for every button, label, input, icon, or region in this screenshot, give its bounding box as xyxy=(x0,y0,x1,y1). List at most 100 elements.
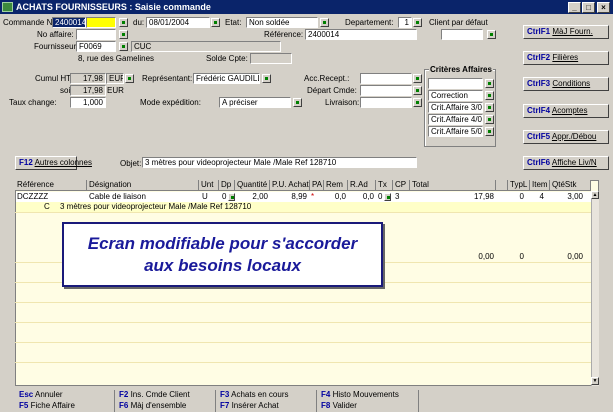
col-reference[interactable]: Référence xyxy=(15,180,87,191)
annotation-callout: Ecran modifiable pour s'accorder aux bes… xyxy=(62,222,383,287)
row3-qtestk: 0,00 xyxy=(567,252,583,261)
col-total[interactable]: Total xyxy=(410,180,496,191)
departement-dropdown-icon[interactable] xyxy=(413,18,422,27)
address-text: 8, rue des Gamelines xyxy=(78,54,155,63)
row1-typl: 0 xyxy=(519,192,524,201)
fkey-ins-cmde-client[interactable]: F2 Ins. Cmde Client xyxy=(117,390,216,401)
col-unt[interactable]: Unt xyxy=(199,180,219,191)
f8-key: F8 xyxy=(321,401,331,410)
reference-field[interactable]: 2400014 xyxy=(305,29,417,40)
annotation-line-2: aux besoins locaux xyxy=(144,256,301,275)
fkey-histo-mouvements[interactable]: F4 Histo Mouvements xyxy=(319,390,419,401)
cumul-field: 17,98 xyxy=(70,73,106,84)
col-typl[interactable]: TypL xyxy=(508,180,530,191)
col-item[interactable]: Item xyxy=(530,180,550,191)
critere-5-field[interactable]: Crit.Affaire 5/0 xyxy=(428,126,483,137)
fkey-fiche-affaire[interactable]: F5 Fiche Affaire xyxy=(17,401,115,412)
ctrlf5-button[interactable]: CtrlF5 Appr./Débou xyxy=(523,130,609,144)
representant-dropdown-icon[interactable] xyxy=(262,74,271,83)
critere-5-dropdown-icon[interactable] xyxy=(485,127,494,136)
f3-key: F3 xyxy=(220,390,230,399)
depart-cmde-field[interactable] xyxy=(360,85,412,96)
row1-unt: U xyxy=(202,192,208,201)
critere-4-dropdown-icon[interactable] xyxy=(485,115,494,124)
fournisseur-dropdown-icon[interactable] xyxy=(119,42,128,51)
solde-field xyxy=(250,53,292,64)
objet-label: Objet: xyxy=(120,159,142,168)
commande-number-field[interactable]: 2400014 xyxy=(52,17,86,28)
du-label: du: xyxy=(133,18,145,27)
col-quantite[interactable]: Quantité xyxy=(235,180,270,191)
maximize-button[interactable]: □ xyxy=(582,2,595,13)
client-dropdown-icon[interactable] xyxy=(487,30,496,39)
col-designation[interactable]: Désignation xyxy=(87,180,199,191)
scroll-up-icon[interactable]: ▲ xyxy=(591,191,599,199)
close-button[interactable]: × xyxy=(597,2,610,13)
ctrlf3-key: CtrlF3 xyxy=(527,79,551,88)
date-field[interactable]: 08/01/2004 xyxy=(146,17,210,28)
depart-cmde-dropdown-icon[interactable] xyxy=(413,86,422,95)
mode-expedition-dropdown-icon[interactable] xyxy=(293,98,302,107)
ctrlf1-button[interactable]: CtrlF1 MàJ Fourn. xyxy=(523,25,609,39)
row1-designation: Cable de liaison xyxy=(89,192,146,201)
no-affaire-field[interactable] xyxy=(76,29,116,40)
mode-expedition-field[interactable]: A préciser xyxy=(219,97,291,108)
critere-1-dropdown-icon[interactable] xyxy=(485,79,494,88)
critere-2-dropdown-icon[interactable] xyxy=(485,91,494,100)
col-rad[interactable]: R.Ad xyxy=(348,180,376,191)
solde-label: Solde Cpte: xyxy=(206,54,248,63)
col-dp[interactable]: Dp xyxy=(219,180,235,191)
cumul-currency-dropdown-icon[interactable] xyxy=(125,74,134,83)
ctrlf4-button[interactable]: CtrlF4 Acomptes xyxy=(523,104,609,118)
ctrlf2-label: Filières xyxy=(552,53,579,62)
row1-tx-dropdown-icon[interactable] xyxy=(384,193,391,201)
acc-recept-field[interactable] xyxy=(360,73,412,84)
minimize-button[interactable]: _ xyxy=(568,2,581,13)
row-separator xyxy=(15,212,591,213)
mode-expedition-label: Mode expédition: xyxy=(140,98,201,107)
fkey-achats-en-cours[interactable]: F3 Achats en cours xyxy=(218,390,317,401)
representant-field[interactable]: Frédéric GAUDILL xyxy=(193,73,260,84)
critere-4-field[interactable]: Crit.Affaire 4/0 xyxy=(428,114,483,125)
grid-scrollbar[interactable] xyxy=(591,191,599,386)
critere-1-field[interactable] xyxy=(428,78,483,89)
fkey-valider[interactable]: F8 Valider xyxy=(319,401,419,412)
livraison-field[interactable] xyxy=(360,97,412,108)
critere-3-field[interactable]: Crit.Affaire 3/0 xyxy=(428,102,483,113)
col-pa[interactable]: PA xyxy=(310,180,324,191)
client-field[interactable] xyxy=(441,29,483,40)
col-rem[interactable]: Rem xyxy=(324,180,348,191)
ctrlf6-button[interactable]: CtrlF6 Affiche Liv/N xyxy=(523,156,609,170)
critere-2-field[interactable]: Correction xyxy=(428,90,483,101)
fournisseur-code-field[interactable]: F0069 xyxy=(76,41,116,52)
row1-dp-dropdown-icon[interactable] xyxy=(228,193,235,201)
etat-dropdown-icon[interactable] xyxy=(320,18,329,27)
fkey-annuler[interactable]: Esc Annuler xyxy=(17,390,115,401)
col-cp[interactable]: CP xyxy=(393,180,410,191)
no-affaire-dropdown-icon[interactable] xyxy=(119,30,128,39)
ctrlf3-button[interactable]: CtrlF3 Conditions xyxy=(523,77,609,91)
date-dropdown-icon[interactable] xyxy=(211,18,220,27)
etat-field[interactable]: Non soldée xyxy=(246,17,318,28)
critere-3-dropdown-icon[interactable] xyxy=(485,103,494,112)
col-tx[interactable]: Tx xyxy=(376,180,393,191)
livraison-dropdown-icon[interactable] xyxy=(413,98,422,107)
objet-field[interactable]: 3 mètres pour videoprojecteur Male /Male… xyxy=(142,157,417,168)
col-qtestk[interactable]: QtéStk xyxy=(550,180,591,191)
departement-field[interactable]: 1 xyxy=(398,17,412,28)
ctrlf2-button[interactable]: CtrlF2 Filières xyxy=(523,51,609,65)
reference-label: Référence: xyxy=(264,30,304,39)
commande-dropdown-icon[interactable] xyxy=(119,18,128,27)
col-pu-achat[interactable]: P.U. Achat xyxy=(270,180,310,191)
taux-field[interactable]: 1,000 xyxy=(70,97,106,108)
fkey-inserer-achat[interactable]: F7 Insérer Achat xyxy=(218,401,317,412)
ctrlf4-label: Acomptes xyxy=(551,106,588,115)
ctrlf1-label: MàJ Fourn. xyxy=(552,27,593,36)
acc-recept-dropdown-icon[interactable] xyxy=(413,74,422,83)
commande-suffix-field[interactable] xyxy=(86,17,116,28)
scroll-down-icon[interactable]: ▼ xyxy=(591,377,599,385)
autres-colonnes-button[interactable]: F12 Autres colonnes xyxy=(15,156,92,170)
fkey-maj-ensemble[interactable]: F6 Màj d'ensemble xyxy=(117,401,216,412)
row1-item: 4 xyxy=(539,192,544,201)
f6-key: F6 xyxy=(119,401,129,410)
